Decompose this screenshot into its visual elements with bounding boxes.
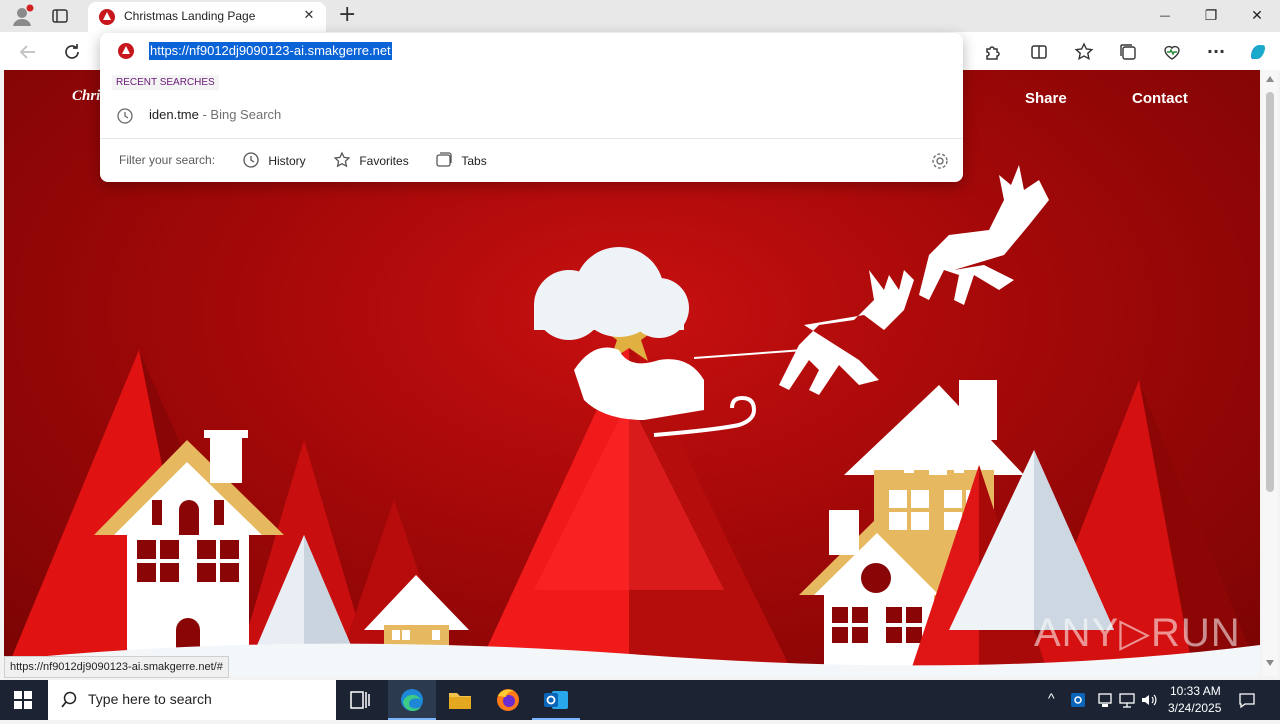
collections-icon[interactable] (1116, 40, 1140, 64)
clock-date[interactable]: 3/24/2025 (1168, 701, 1221, 715)
browser-essentials-icon[interactable] (1160, 40, 1184, 64)
volume-icon[interactable] (1140, 691, 1158, 709)
start-windows-icon[interactable] (14, 691, 34, 711)
profile-icon[interactable] (10, 4, 34, 28)
filter-tabs-button[interactable]: Tabs (435, 150, 487, 172)
site-favicon-icon (98, 8, 116, 26)
task-view-icon[interactable] (336, 680, 384, 720)
close-window-button[interactable]: ✕ (1234, 0, 1280, 32)
split-screen-icon[interactable] (1027, 40, 1051, 64)
maximize-button[interactable]: ❐ (1188, 0, 1234, 32)
windows-taskbar: Type here to search ^ 10:33 AM 3/24/2025 (0, 680, 1280, 720)
settings-gear-icon[interactable] (930, 151, 950, 171)
extensions-icon[interactable] (980, 40, 1004, 64)
anyrun-watermark: ANY▷RUN (1034, 611, 1241, 655)
outlook-icon[interactable] (532, 680, 580, 720)
filter-tabs-label: Tabs (461, 154, 487, 168)
recent-searches-header: RECENT SEARCHES (112, 75, 219, 90)
file-explorer-icon[interactable] (436, 680, 484, 720)
filter-history-label: History (268, 154, 306, 168)
minimize-button[interactable]: — (1142, 0, 1188, 32)
favorites-icon[interactable] (1072, 40, 1096, 64)
tray-device-icon[interactable] (1096, 691, 1114, 709)
page-scrollbar[interactable] (1262, 70, 1278, 676)
site-security-icon[interactable] (117, 42, 135, 60)
network-icon[interactable] (1118, 691, 1136, 709)
back-icon[interactable] (16, 40, 40, 64)
tray-outlook-icon[interactable] (1070, 691, 1088, 709)
notification-icon[interactable] (1238, 691, 1256, 709)
tab-strip: Christmas Landing Page ✕ + — ❐ ✕ (0, 0, 1280, 32)
new-tab-button[interactable]: + (338, 2, 356, 27)
refresh-icon[interactable] (60, 40, 84, 64)
tab-title: Christmas Landing Page (124, 9, 256, 23)
tab-actions-icon[interactable] (50, 6, 70, 26)
copilot-icon[interactable] (1246, 40, 1270, 64)
filter-history-button[interactable]: History (242, 150, 306, 172)
address-bar-input[interactable]: https://nf9012dj9090123-ai.smakgerre.net (149, 42, 392, 60)
address-bar-dropdown: https://nf9012dj9090123-ai.smakgerre.net… (100, 33, 963, 182)
status-bar-url: https://nf9012dj9090123-ai.smakgerre.net… (4, 656, 229, 678)
scrollbar-thumb[interactable] (1266, 92, 1274, 492)
filter-label: Filter your search: (119, 153, 216, 167)
more-icon[interactable]: ··· (1204, 40, 1228, 64)
tab-christmas-landing[interactable]: Christmas Landing Page ✕ (88, 2, 326, 32)
filter-favorites-button[interactable]: Favorites (333, 150, 409, 172)
scroll-down-icon[interactable] (1266, 660, 1274, 666)
clock-time[interactable]: 10:33 AM (1170, 684, 1221, 698)
firefox-icon[interactable] (484, 680, 532, 720)
taskbar-search-placeholder: Type here to search (88, 691, 212, 707)
search-icon (60, 691, 78, 709)
scroll-up-icon[interactable] (1266, 76, 1274, 82)
taskbar-search-box[interactable]: Type here to search (48, 680, 336, 720)
filter-row: Filter your search: History Favorites Ta… (100, 138, 963, 183)
tray-overflow-icon[interactable]: ^ (1048, 690, 1055, 706)
suggestion-item[interactable]: iden.tme - Bing Search (149, 107, 281, 122)
tab-close-button[interactable]: ✕ (300, 7, 318, 25)
suggestion-suffix: - Bing Search (198, 107, 282, 122)
history-clock-icon (116, 107, 134, 125)
edge-taskbar-icon[interactable] (388, 680, 436, 720)
suggestion-text: iden.tme (149, 107, 199, 122)
filter-favorites-label: Favorites (359, 154, 409, 168)
